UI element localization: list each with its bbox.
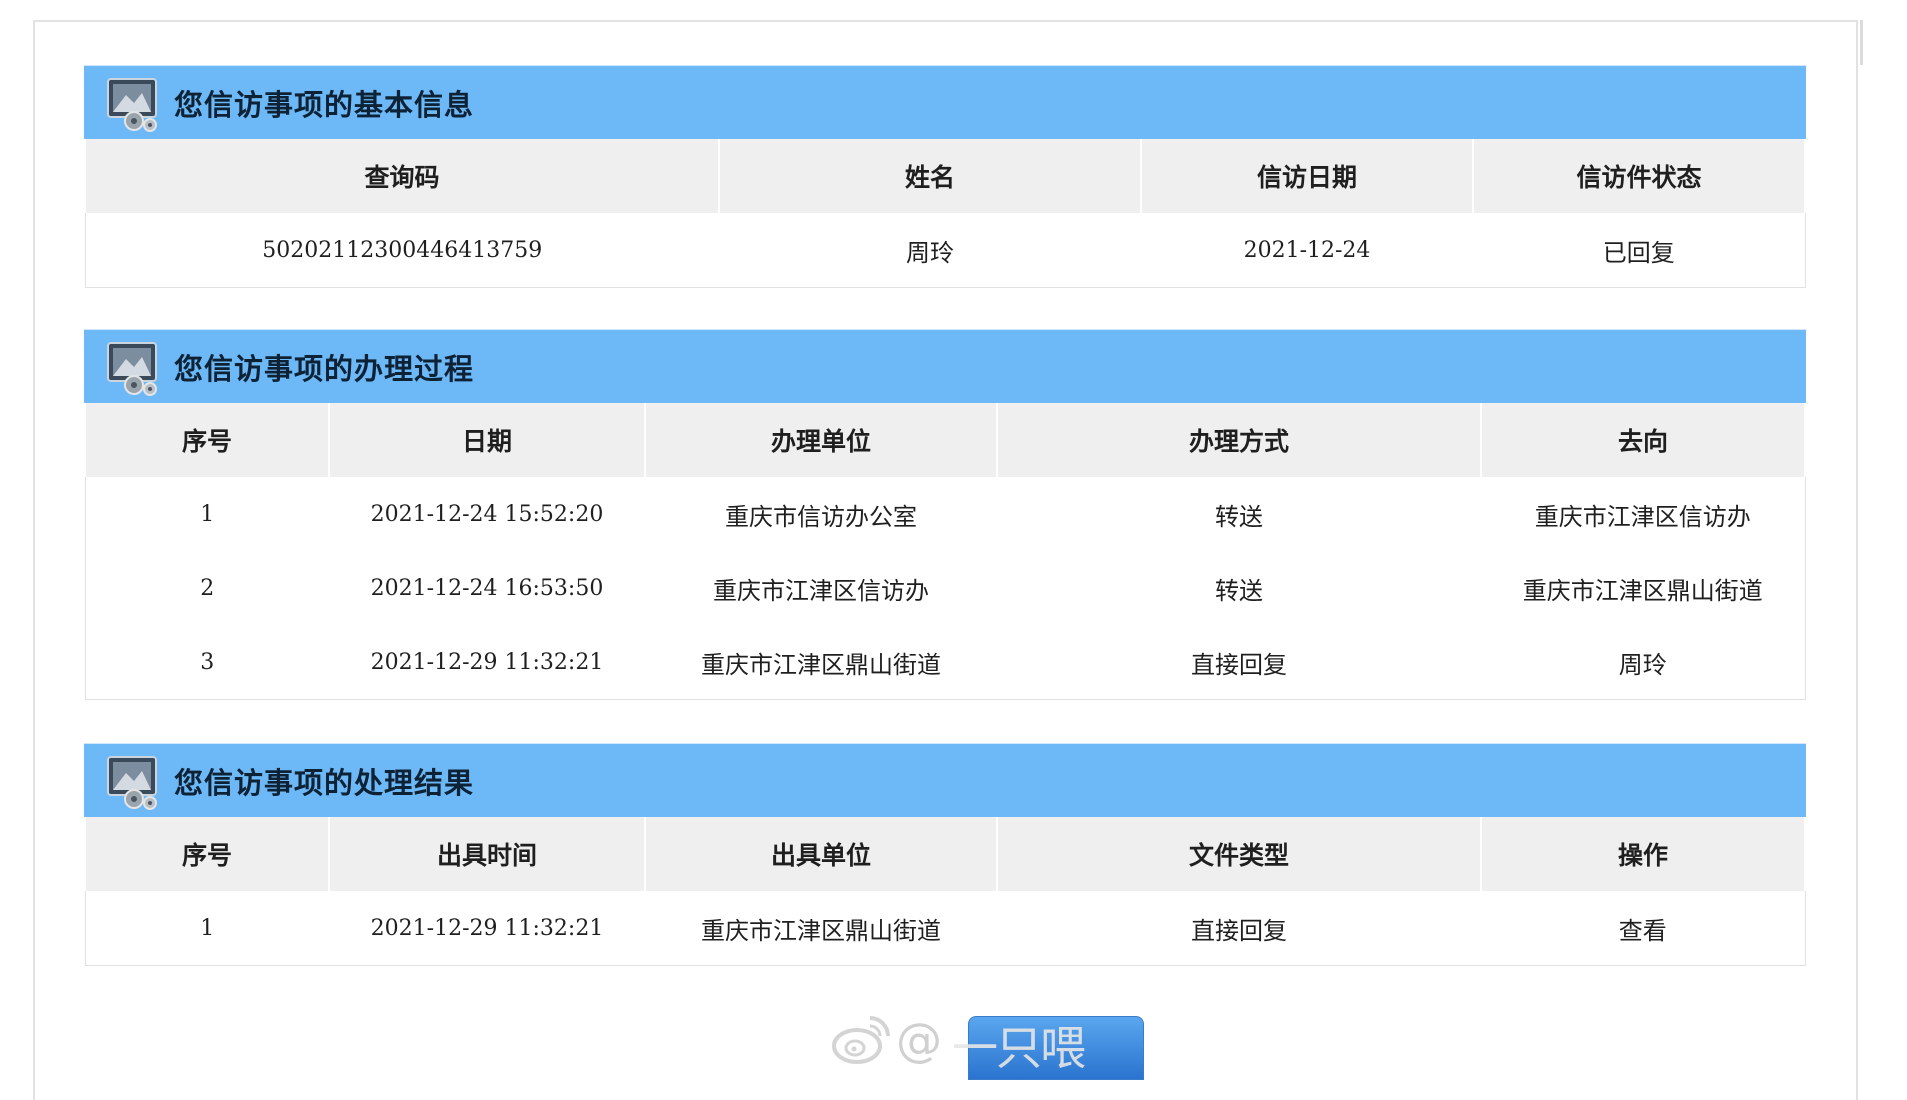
table-header-row: 序号 日期 办理单位 办理方式 去向: [84, 403, 1806, 477]
index-cell: 1: [200, 501, 215, 527]
watermark-name: 一只喂: [952, 1021, 1086, 1075]
page-frame-edge: [1860, 20, 1863, 65]
table-row: 2 2021-12-24 16:53:50 重庆市江津区信访办 转送 重庆市江津…: [85, 551, 1805, 625]
table-row: 1 2021-12-24 15:52:20 重庆市信访办公室 转送 重庆市江津区…: [85, 477, 1805, 551]
column-header: 操作: [1480, 817, 1806, 891]
column-header: 序号: [84, 817, 330, 891]
table-header-row: 查询码 姓名 信访日期 信访件状态: [84, 139, 1806, 213]
column-header: 文件类型: [996, 817, 1482, 891]
issue-time-cell: 2021-12-29 11:32:21: [370, 915, 604, 941]
method-cell: 转送: [1215, 576, 1263, 605]
result-header: 您信访事项的处理结果: [84, 743, 1806, 817]
table-row: 50202112300446413759 周玲 2021-12-24 已回复: [85, 213, 1805, 288]
section-title: 您信访事项的处理结果: [174, 765, 475, 800]
unit-cell: 重庆市江津区信访办: [713, 576, 929, 605]
process-header: 您信访事项的办理过程: [84, 329, 1806, 403]
monitor-gears-icon: [107, 755, 157, 810]
watermark-at: @: [896, 1013, 943, 1067]
view-link[interactable]: 查看: [1481, 891, 1805, 966]
table-row: 1 2021-12-29 11:32:21 重庆市江津区鼎山街道 直接回复 查看: [85, 891, 1805, 966]
table-row: 3 2021-12-29 11:32:21 重庆市江津区鼎山街道 直接回复 周玲: [85, 625, 1805, 700]
unit-cell: 重庆市信访办公室: [725, 502, 917, 531]
date-cell: 2021-12-24 15:52:20: [370, 501, 604, 527]
issuer-cell: 重庆市江津区鼎山街道: [701, 916, 941, 945]
column-header: 办理方式: [996, 403, 1482, 477]
column-header: 出具单位: [644, 817, 998, 891]
column-header: 查询码: [84, 139, 720, 213]
weibo-logo-icon: [832, 1016, 890, 1064]
result-table: 序号 出具时间 出具单位 文件类型 操作 1 2021-12-29 11:32:…: [84, 817, 1806, 966]
column-header: 信访日期: [1140, 139, 1474, 213]
unit-cell: 重庆市江津区鼎山街道: [701, 650, 941, 679]
destination-cell: 重庆市江津区鼎山街道: [1522, 576, 1763, 605]
column-header: 办理单位: [644, 403, 998, 477]
result-section: 您信访事项的处理结果 序号 出具时间 出具单位 文件类型 操作 1 2021-1…: [84, 743, 1806, 966]
date-cell: 2021-12-29 11:32:21: [370, 649, 604, 675]
destination-cell: 重庆市江津区信访办: [1534, 502, 1751, 531]
section-title: 您信访事项的基本信息: [174, 87, 475, 122]
section-title: 您信访事项的办理过程: [174, 351, 475, 386]
name-cell: 周玲: [906, 238, 954, 267]
destination-cell: 周玲: [1618, 650, 1667, 679]
monitor-gears-icon: [107, 77, 157, 132]
column-header: 序号: [84, 403, 330, 477]
column-header: 姓名: [718, 139, 1142, 213]
column-header: 去向: [1480, 403, 1806, 477]
index-cell: 1: [200, 915, 215, 941]
column-header: 信访件状态: [1472, 139, 1806, 213]
monitor-gears-icon: [107, 341, 157, 396]
basic-info-section: 您信访事项的基本信息 查询码 姓名 信访日期 信访件状态 50202112300…: [84, 65, 1806, 288]
basic-info-table: 查询码 姓名 信访日期 信访件状态 50202112300446413759 周…: [84, 139, 1806, 288]
method-cell: 转送: [1215, 502, 1263, 531]
date-cell: 2021-12-24 16:53:50: [370, 575, 604, 601]
query-code-cell: 50202112300446413759: [262, 237, 543, 263]
process-section: 您信访事项的办理过程 序号 日期 办理单位 办理方式 去向 1 2021-12-…: [84, 329, 1806, 700]
index-cell: 3: [200, 649, 215, 675]
watermark: @: [830, 1012, 943, 1068]
file-type-cell: 直接回复: [1191, 916, 1287, 945]
index-cell: 2: [200, 575, 215, 601]
column-header: 出具时间: [328, 817, 646, 891]
date-cell: 2021-12-24: [1243, 237, 1371, 263]
process-table: 序号 日期 办理单位 办理方式 去向 1 2021-12-24 15:52:20…: [84, 403, 1806, 700]
status-cell: 已回复: [1602, 238, 1675, 267]
table-header-row: 序号 出具时间 出具单位 文件类型 操作: [84, 817, 1806, 891]
method-cell: 直接回复: [1191, 650, 1287, 679]
column-header: 日期: [328, 403, 646, 477]
basic-info-header: 您信访事项的基本信息: [84, 65, 1806, 139]
